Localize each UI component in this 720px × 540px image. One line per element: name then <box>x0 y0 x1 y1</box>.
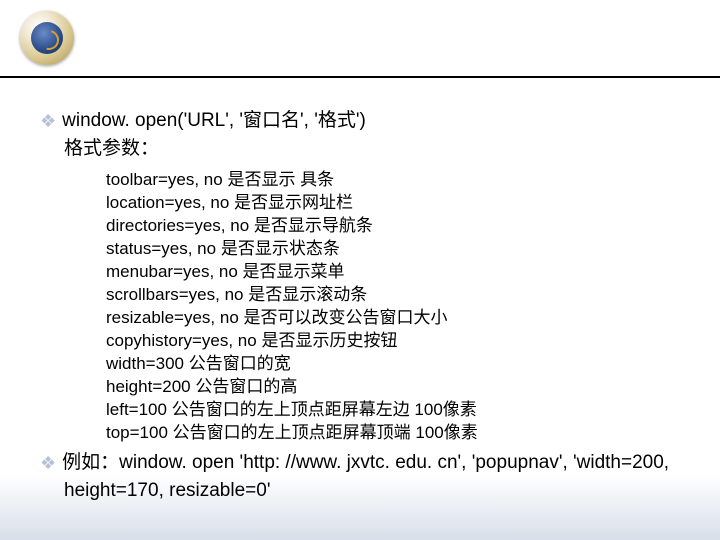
param-item: left=100 公告窗口的左上顶点距屏幕左边 100像素 <box>106 398 680 421</box>
params-label: 格式参数： <box>40 136 680 162</box>
syntax-text: window. open('URL', '窗口名', '格式') <box>62 108 366 134</box>
param-item: scrollbars=yes, no 是否显示滚动条 <box>106 283 680 306</box>
param-item: toolbar=yes, no 是否显示 具条 <box>106 168 680 191</box>
logo-emblem-icon <box>31 22 63 54</box>
slide-body: ❖ window. open('URL', '窗口名', '格式') 格式参数：… <box>0 78 720 504</box>
param-item: copyhistory=yes, no 是否显示历史按钮 <box>106 329 680 352</box>
diamond-bullet-icon: ❖ <box>40 108 56 134</box>
bullet-example: ❖ 例如：window. open 'http: //www. jxvtc. e… <box>40 450 680 476</box>
slide-header <box>0 0 720 78</box>
param-item: directories=yes, no 是否显示导航条 <box>106 214 680 237</box>
example-line2: height=170, resizable=0' <box>40 478 680 504</box>
param-item: width=300 公告窗口的宽 <box>106 352 680 375</box>
param-item: resizable=yes, no 是否可以改变公告窗口大小 <box>106 306 680 329</box>
param-item: menubar=yes, no 是否显示菜单 <box>106 260 680 283</box>
param-item: location=yes, no 是否显示网址栏 <box>106 191 680 214</box>
diamond-bullet-icon: ❖ <box>40 450 56 476</box>
institution-logo <box>20 11 74 65</box>
params-list: toolbar=yes, no 是否显示 具条 location=yes, no… <box>40 168 680 444</box>
example-line1: 例如：window. open 'http: //www. jxvtc. edu… <box>62 450 669 476</box>
bullet-syntax: ❖ window. open('URL', '窗口名', '格式') <box>40 108 680 134</box>
param-item: top=100 公告窗口的左上顶点距屏幕顶端 100像素 <box>106 421 680 444</box>
param-item: status=yes, no 是否显示状态条 <box>106 237 680 260</box>
param-item: height=200 公告窗口的高 <box>106 375 680 398</box>
